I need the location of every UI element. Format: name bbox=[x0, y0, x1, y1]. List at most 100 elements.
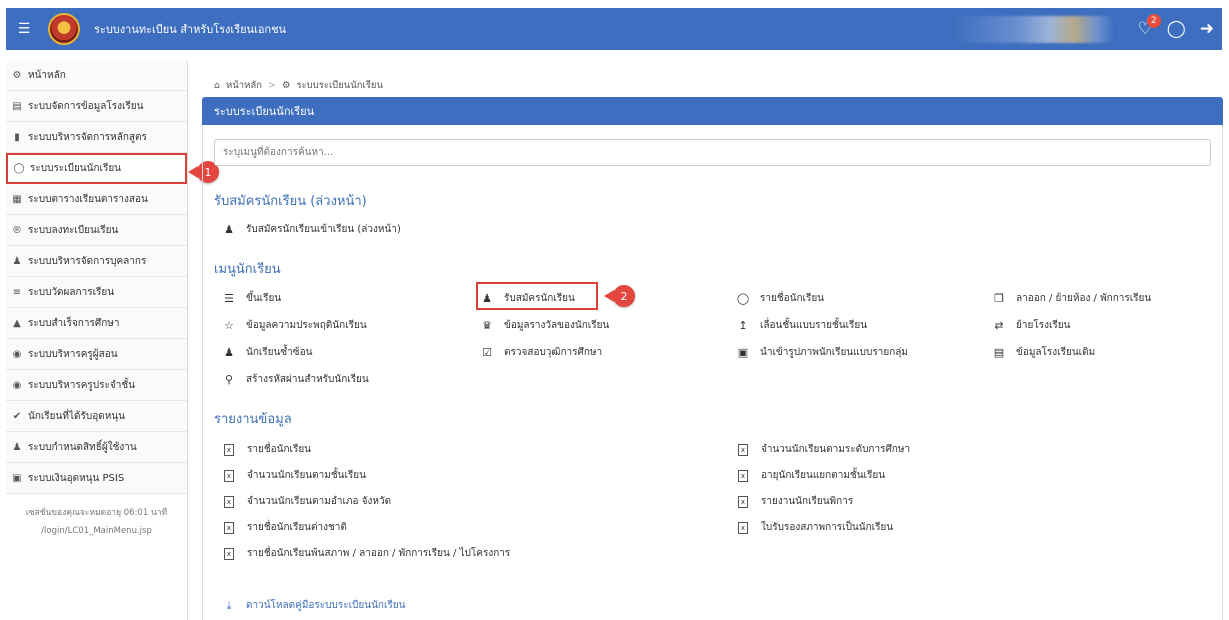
link-transfer-school[interactable]: ⇄ ย้ายโรงเรียน bbox=[992, 318, 1070, 333]
key-icon: ⚲ bbox=[224, 373, 234, 386]
user-icon: ◯ bbox=[736, 292, 750, 305]
link-previous-school[interactable]: ▤ ข้อมูลโรงเรียนเดิม bbox=[992, 345, 1095, 360]
building-icon: ▤ bbox=[993, 346, 1005, 359]
breadcrumb: ⌂ หน้าหลัก > ⚙ ระบบระเบียนนักเรียน bbox=[214, 78, 383, 93]
section-title-student-menu: เมนูนักเรียน bbox=[214, 262, 281, 277]
link-import-photos[interactable]: ▣ นำเข้ารูปภาพนักเรียนแบบรายกลุ่ม bbox=[736, 345, 908, 360]
link-create-password[interactable]: ⚲ สร้างรหัสผ่านสำหรับนักเรียน bbox=[222, 372, 369, 387]
section-title-reports: รายงานข้อมูล bbox=[214, 412, 292, 427]
user-profile-icon[interactable]: ◯ bbox=[1167, 19, 1186, 39]
sidebar-item-student-records[interactable]: ◯ ระบบระเบียนนักเรียน bbox=[6, 153, 187, 184]
excel-file-icon: x bbox=[738, 521, 748, 534]
graduation-cap-icon: ▲ bbox=[13, 317, 21, 329]
link-student-list[interactable]: ◯ รายชื่อนักเรียน bbox=[736, 291, 824, 306]
excel-file-icon: x bbox=[738, 443, 748, 456]
app-title: ระบบงานทะเบียน สำหรับโรงเรียนเอกชน bbox=[94, 23, 287, 36]
excel-file-icon: x bbox=[224, 495, 234, 508]
users-icon: ♟ bbox=[224, 223, 234, 236]
download-manual-link[interactable]: ⤓ ดาวน์โหลดคู่มือระบบระเบียนนักเรียน bbox=[222, 598, 406, 613]
link-withdraw-transfer[interactable]: ❐ ลาออก / ย้ายห้อง / พักการเรียน bbox=[992, 291, 1151, 306]
sidebar-item-graduation[interactable]: ▲ ระบบสำเร็จการศึกษา bbox=[6, 308, 187, 339]
list-icon: ≡ bbox=[12, 286, 22, 298]
excel-file-icon: x bbox=[224, 547, 234, 560]
sidebar-item-registration[interactable]: ® ระบบลงทะเบียนเรียน bbox=[6, 215, 187, 246]
list-icon: ☰ bbox=[224, 292, 234, 305]
gears-icon: ⚙ bbox=[281, 80, 291, 91]
excel-file-icon: x bbox=[738, 469, 748, 482]
money-icon: ▣ bbox=[12, 472, 22, 484]
sidebar-item-home[interactable]: ⚙ หน้าหลัก bbox=[6, 60, 187, 91]
panel-header: ระบบระเบียนนักเรียน bbox=[202, 97, 1223, 125]
link-pre-admission-apply[interactable]: ♟ รับสมัครนักเรียนเข้าเรียน (ล่วงหน้า) bbox=[222, 222, 401, 237]
sidebar-item-school-data[interactable]: ▤ ระบบจัดการข้อมูลโรงเรียน bbox=[6, 91, 187, 122]
excel-file-icon: x bbox=[224, 521, 234, 534]
link-enroll-class[interactable]: ☰ ขึ้นเรียน bbox=[222, 291, 281, 306]
hamburger-menu-icon[interactable]: ☰ bbox=[10, 8, 38, 50]
breadcrumb-current: ระบบระเบียนนักเรียน bbox=[296, 80, 383, 91]
user-circle-icon: ◉ bbox=[12, 348, 22, 360]
dashboard-icon: ⚙ bbox=[12, 69, 22, 81]
calendar-icon: ▦ bbox=[12, 193, 22, 205]
users-icon: ♟ bbox=[12, 441, 22, 453]
section-title-pre-admission: รับสมัครนักเรียน (ล่วงหน้า) bbox=[214, 194, 367, 209]
notification-badge: 2 bbox=[1146, 14, 1161, 28]
report-student-list[interactable]: x รายชื่อนักเรียน bbox=[222, 442, 311, 457]
trophy-icon: ♛ bbox=[482, 319, 492, 332]
excel-file-icon: x bbox=[738, 495, 748, 508]
star-icon: ☆ bbox=[224, 319, 234, 332]
top-navbar: ☰ ระบบงานทะเบียน สำหรับโรงเรียนเอกชน ♡ 2 … bbox=[6, 8, 1222, 50]
breadcrumb-separator: > bbox=[267, 80, 276, 91]
sidebar-item-user-permissions[interactable]: ♟ ระบบกำหนดสิทธิ์ผู้ใช้งาน bbox=[6, 432, 187, 463]
book-icon: ▮ bbox=[14, 131, 20, 143]
excel-file-icon: x bbox=[224, 443, 234, 456]
sidebar-item-subsidized-students[interactable]: ✔ นักเรียนที่ได้รับอุดหนุน bbox=[6, 401, 187, 432]
user-circle-icon: ◉ bbox=[12, 379, 22, 391]
logout-icon[interactable]: ➜ bbox=[1200, 19, 1214, 39]
checkbox-icon: ☑ bbox=[482, 346, 492, 359]
report-count-by-level[interactable]: x จำนวนนักเรียนตามระดับการศึกษา bbox=[736, 442, 910, 457]
link-behavior[interactable]: ☆ ข้อมูลความประพฤตินักเรียน bbox=[222, 318, 367, 333]
session-timeout-text: เซสชั่นของคุณจะหมดอายุ 06:01 นาที bbox=[25, 508, 168, 518]
menu-search-input[interactable] bbox=[214, 139, 1211, 166]
users-icon: ♟ bbox=[224, 346, 234, 359]
sidebar-item-personnel[interactable]: ♟ ระบบบริหารจัดการบุคลากร bbox=[6, 246, 187, 277]
report-status-changes[interactable]: x รายชื่อนักเรียนพ้นสภาพ / ลาออก / พักการ… bbox=[222, 546, 510, 561]
school-logo bbox=[48, 13, 80, 45]
highlight-student-admission bbox=[476, 282, 598, 310]
arrow-up-icon: ↥ bbox=[738, 319, 748, 332]
sidebar-item-teachers[interactable]: ◉ ระบบบริหารครูผู้สอน bbox=[6, 339, 187, 370]
page-path-text: /login/LC01_MainMenu.jsp bbox=[41, 526, 152, 536]
link-promote-class[interactable]: ↥ เลื่อนชั้นแบบรายชั้นเรียน bbox=[736, 318, 867, 333]
sidebar: ⚙ หน้าหลัก ▤ ระบบจัดการข้อมูลโรงเรียน ▮ ระบ… bbox=[6, 60, 188, 620]
session-info: เซสชั่นของคุณจะหมดอายุ 06:01 นาที /login… bbox=[6, 494, 187, 550]
check-circle-icon: ✔ bbox=[12, 410, 22, 422]
excel-file-icon: x bbox=[224, 469, 234, 482]
building-icon: ▤ bbox=[12, 100, 22, 112]
report-count-by-class[interactable]: x จำนวนนักเรียนตามชั้นเรียน bbox=[222, 468, 366, 483]
exchange-icon: ⇄ bbox=[994, 319, 1004, 332]
panel-title: ระบบระเบียนนักเรียน bbox=[214, 105, 315, 118]
link-awards[interactable]: ♛ ข้อมูลรางวัลของนักเรียน bbox=[480, 318, 609, 333]
registered-icon: ® bbox=[12, 224, 22, 236]
home-icon: ⌂ bbox=[214, 80, 221, 91]
sidebar-item-timetable[interactable]: ▦ ระบบตารางเรียนตารางสอน bbox=[6, 184, 187, 215]
report-age-by-class[interactable]: x อายุนักเรียนแยกตามชั้นเรียน bbox=[736, 468, 885, 483]
person-icon: ♟ bbox=[12, 255, 22, 267]
image-icon: ▣ bbox=[737, 346, 749, 359]
download-icon: ⤓ bbox=[226, 598, 232, 612]
sidebar-item-curriculum[interactable]: ▮ ระบบบริหารจัดการหลักสูตร bbox=[6, 122, 187, 153]
report-foreign-students[interactable]: x รายชื่อนักเรียนต่างชาติ bbox=[222, 520, 347, 535]
notification-bell-icon[interactable]: ♡ 2 bbox=[1137, 14, 1161, 39]
link-duplicate-students[interactable]: ♟ นักเรียนซ้ำซ้อน bbox=[222, 345, 312, 360]
user-icon: ◯ bbox=[13, 163, 25, 174]
breadcrumb-home[interactable]: หน้าหลัก bbox=[226, 78, 262, 93]
user-info-blurred bbox=[954, 16, 1114, 43]
link-verify-education[interactable]: ☑ ตรวจสอบวุฒิการศึกษา bbox=[480, 345, 602, 360]
sidebar-item-grading[interactable]: ≡ ระบบวัดผลการเรียน bbox=[6, 277, 187, 308]
report-student-certificate[interactable]: x ใบรับรองสภาพการเป็นนักเรียน bbox=[736, 520, 893, 535]
report-count-by-district[interactable]: x จำนวนนักเรียนตามอำเภอ จังหวัด bbox=[222, 494, 391, 509]
sidebar-item-psis[interactable]: ▣ ระบบเงินอุดหนุน PSIS bbox=[6, 463, 187, 494]
sidebar-item-homeroom-teachers[interactable]: ◉ ระบบบริหารครูประจำชั้น bbox=[6, 370, 187, 401]
report-disabled-students[interactable]: x รายงานนักเรียนพิการ bbox=[736, 494, 853, 509]
copy-icon: ❐ bbox=[994, 292, 1004, 305]
